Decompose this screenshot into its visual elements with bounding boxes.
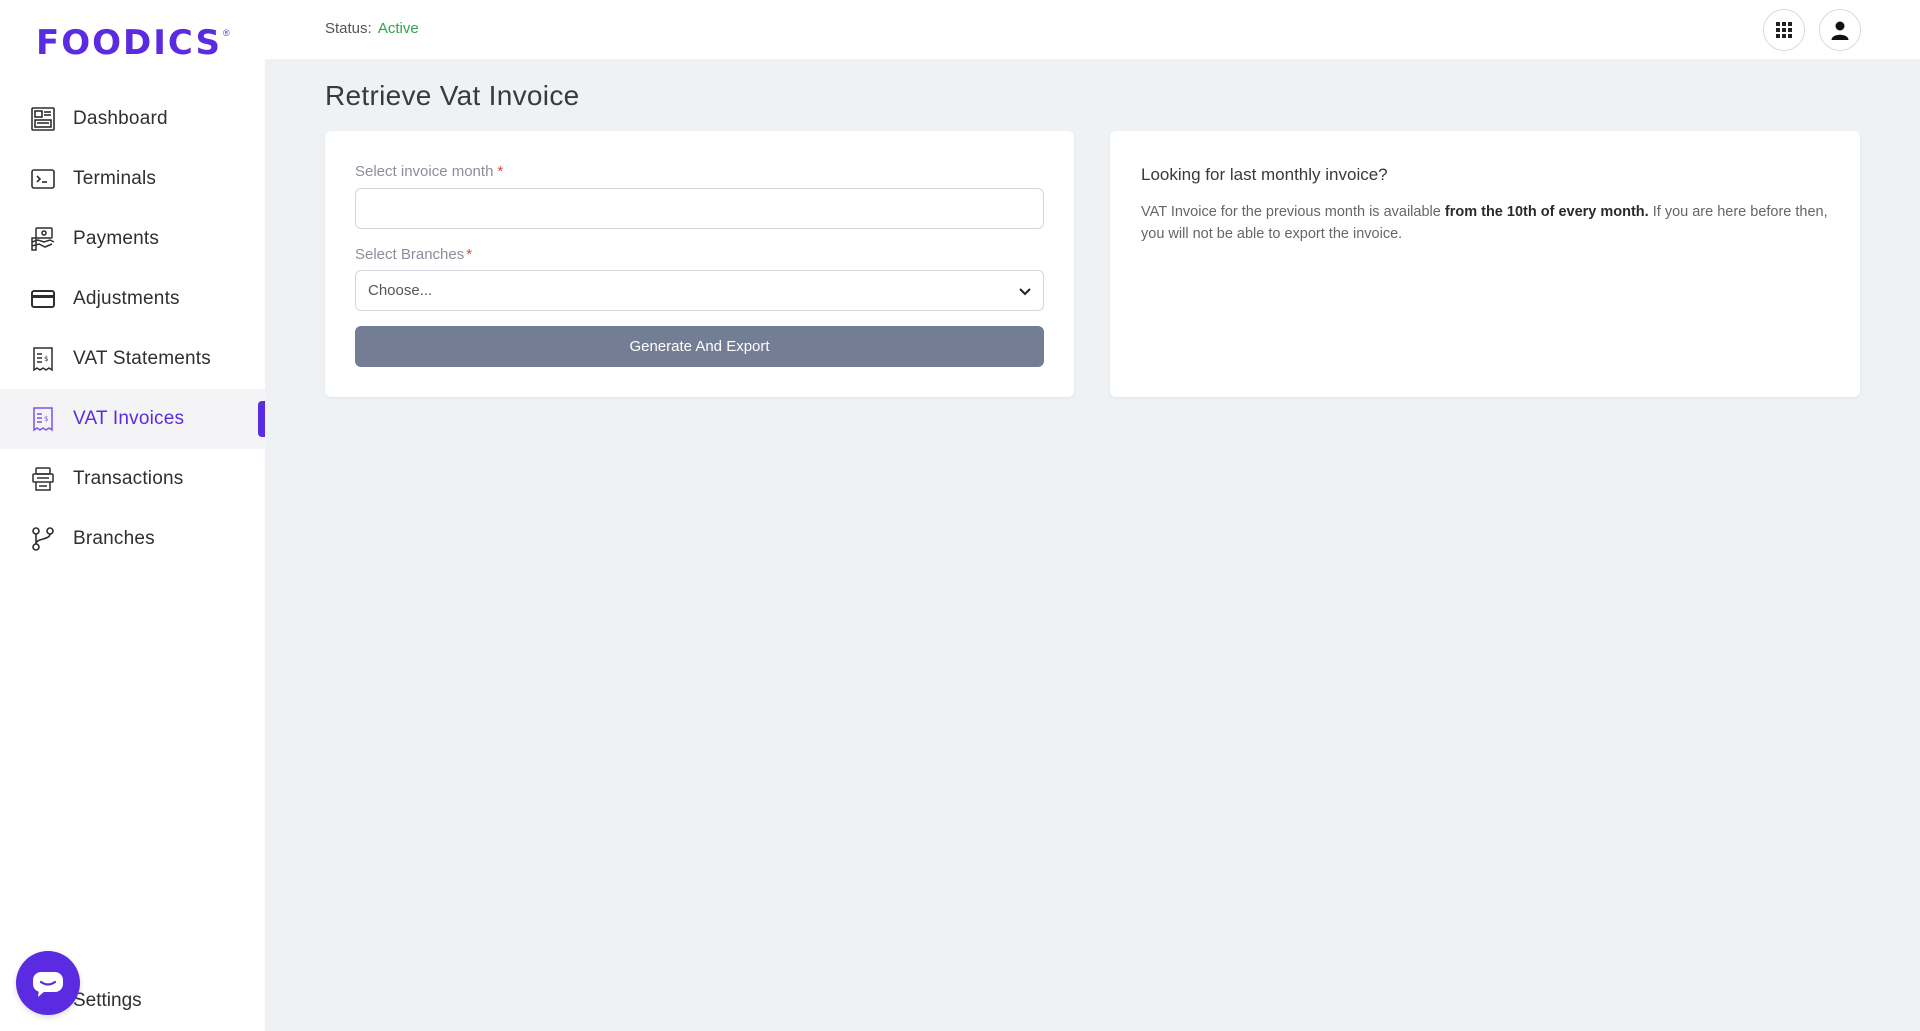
svg-text:$: $ [44, 415, 48, 423]
transactions-icon [30, 466, 56, 492]
logo-text: FOODICS [36, 23, 222, 63]
branches-select[interactable]: Choose... [355, 270, 1044, 311]
required-mark: * [466, 246, 473, 263]
sidebar-item-vat-invoices[interactable]: $ VAT Invoices [0, 389, 265, 449]
sidebar-item-label: Dashboard [73, 108, 168, 129]
branches-label-text: Select Branches [355, 246, 465, 263]
page-title: Retrieve Vat Invoice [325, 80, 580, 111]
user-icon [1831, 21, 1849, 40]
sidebar-item-label: Adjustments [73, 288, 180, 309]
sidebar-item-vat-statements[interactable]: $ VAT Statements [0, 329, 265, 389]
generate-export-button[interactable]: Generate And Export [355, 326, 1044, 367]
branches-icon [30, 526, 56, 552]
invoice-month-label: Select invoice month * [355, 163, 503, 180]
svg-text:$: $ [44, 355, 48, 363]
sidebar-item-branches[interactable]: Branches [0, 509, 265, 569]
sidebar-item-label: Settings [73, 990, 142, 1011]
info-card: Looking for last monthly invoice? VAT In… [1110, 131, 1860, 397]
sidebar-item-terminals[interactable]: Terminals [0, 149, 265, 209]
status-value: Active [377, 20, 419, 37]
info-text-bold: from the 10th of every month. [1444, 204, 1649, 220]
dashboard-icon [30, 106, 56, 132]
info-text: VAT Invoice for the previous month is av… [1141, 201, 1831, 245]
card-icon [30, 286, 56, 312]
branches-label: Select Branches * [355, 246, 472, 263]
sidebar-item-dashboard[interactable]: Dashboard [0, 89, 265, 149]
required-mark: * [497, 163, 504, 180]
sidebar-item-label: Transactions [73, 468, 184, 489]
info-text-part-1: VAT Invoice for the previous month is av… [1141, 204, 1445, 220]
user-menu-button[interactable] [1819, 9, 1861, 51]
status-indicator: Status: Active [325, 20, 419, 37]
status-label: Status: [325, 20, 372, 37]
grid-icon [1776, 22, 1792, 38]
sidebar-item-label: VAT Invoices [73, 408, 185, 429]
info-title: Looking for last monthly invoice? [1141, 165, 1388, 184]
branches-select-value: Choose... [368, 282, 433, 299]
invoice-month-input[interactable] [355, 188, 1044, 229]
sidebar-item-label: Branches [73, 528, 155, 549]
sidebar-item-adjustments[interactable]: Adjustments [0, 269, 265, 329]
apps-button[interactable] [1763, 9, 1805, 51]
sidebar-item-label: VAT Statements [73, 348, 211, 369]
receipt-icon: $ [30, 346, 56, 372]
chat-support-button[interactable] [16, 951, 80, 1015]
top-header: Status: Active [265, 0, 1920, 59]
terminal-icon [30, 166, 56, 192]
invoice-month-label-text: Select invoice month [355, 163, 494, 180]
foodics-logo[interactable]: FOODICS ® [36, 26, 230, 60]
sidebar-nav: Dashboard Terminals Payments Adjustments… [0, 89, 265, 569]
receipt-icon: $ [30, 406, 56, 432]
sidebar-item-transactions[interactable]: Transactions [0, 449, 265, 509]
invoice-form-card: Select invoice month * Select Branches * C… [325, 131, 1074, 397]
sidebar-item-label: Payments [73, 228, 160, 249]
sidebar: FOODICS ® Dashboard Terminals Payments A… [0, 0, 265, 1031]
sidebar-item-payments[interactable]: Payments [0, 209, 265, 269]
chevron-down-icon [1019, 288, 1031, 296]
payments-icon [30, 226, 56, 252]
logo-registered-mark: ® [222, 28, 230, 38]
chat-icon [33, 972, 63, 997]
sidebar-item-label: Terminals [73, 168, 157, 189]
